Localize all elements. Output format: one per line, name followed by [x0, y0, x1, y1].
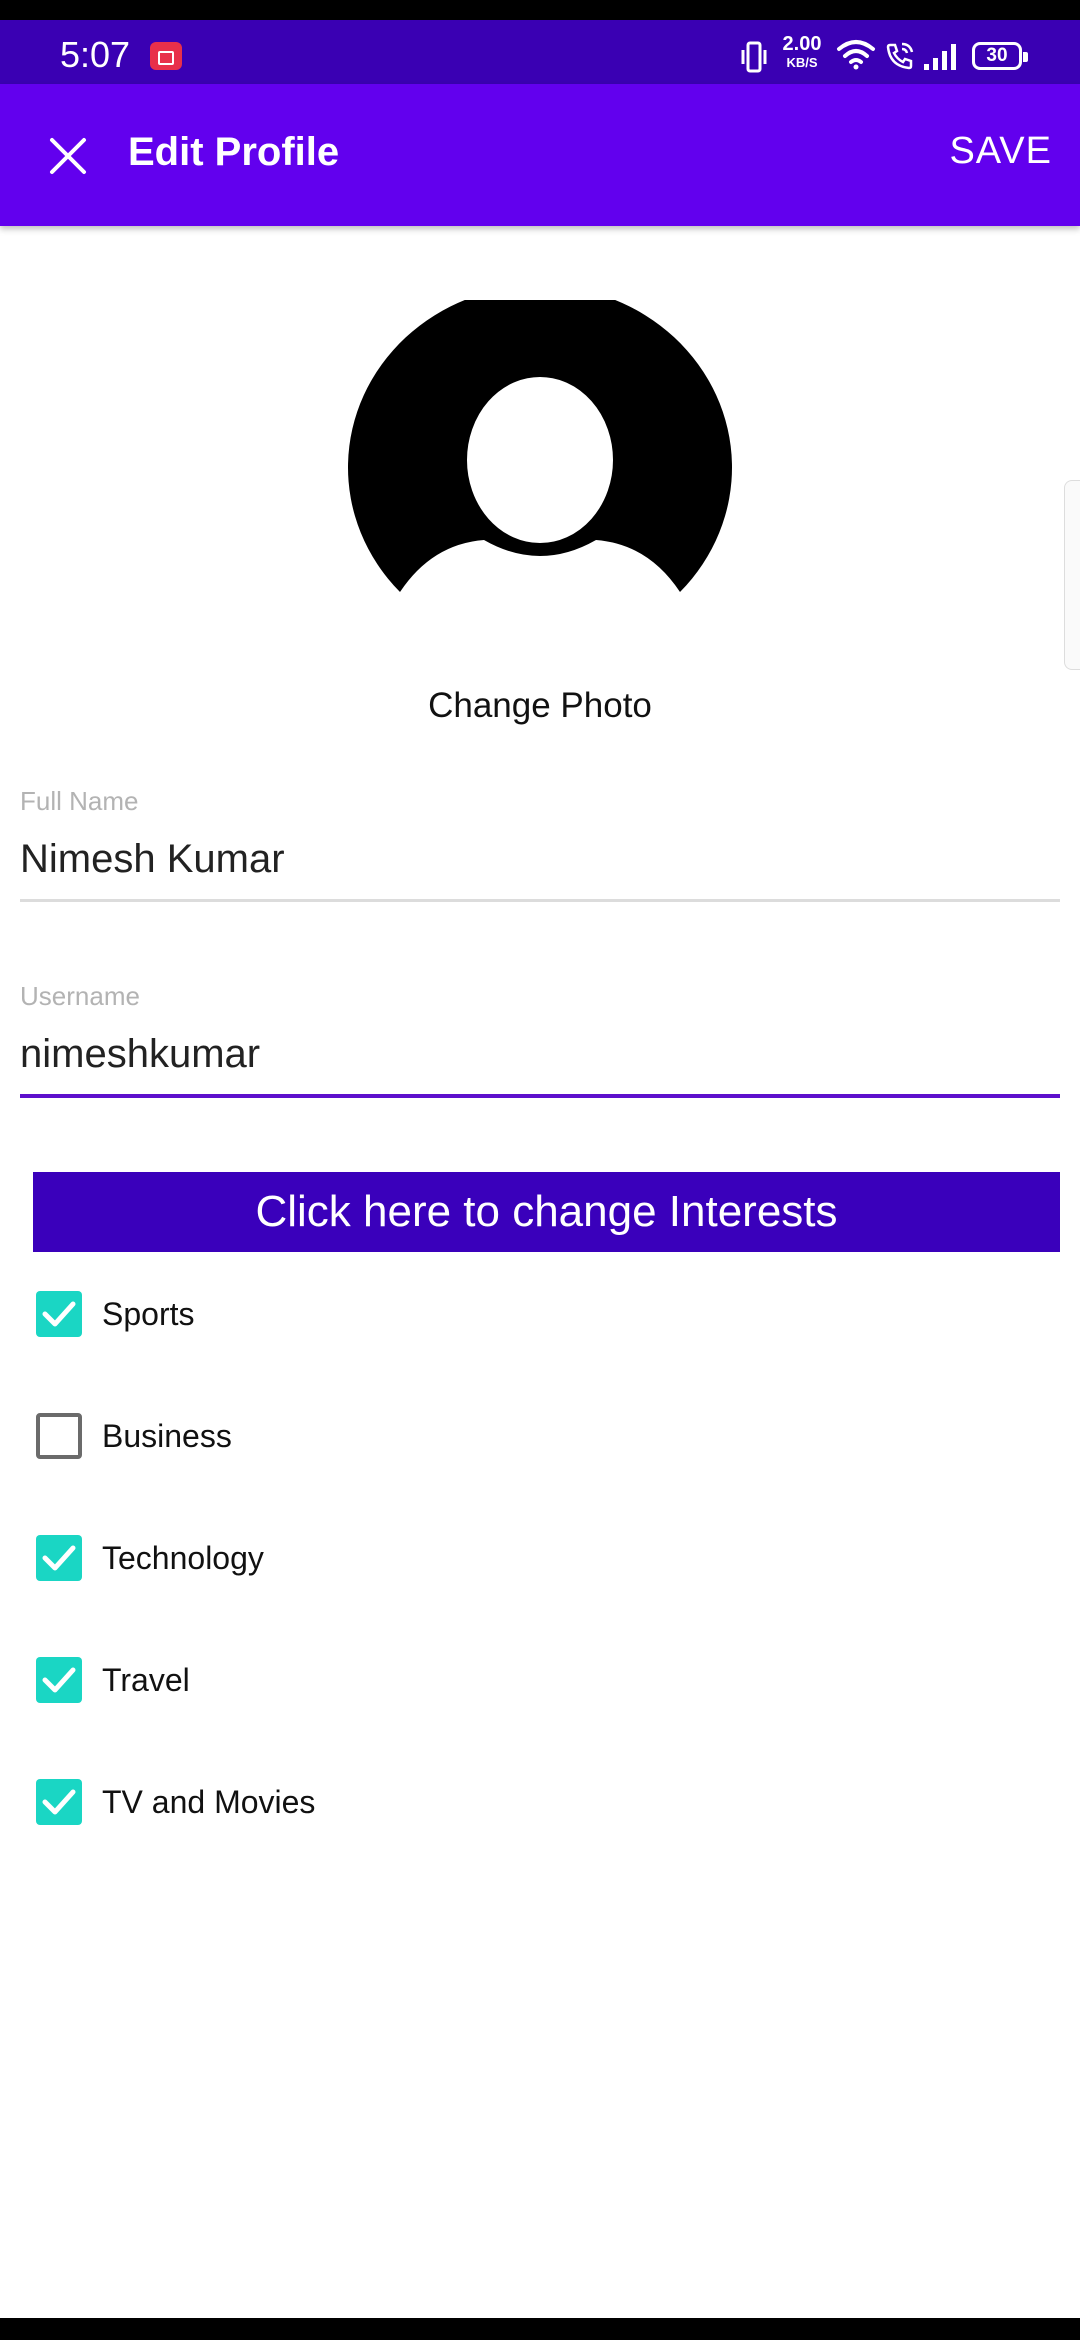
- checkbox-unchecked-icon: [36, 1413, 82, 1459]
- save-button[interactable]: SAVE: [949, 130, 1052, 173]
- checkbox-checked-icon: [36, 1535, 82, 1581]
- full-name-field: Full Name: [20, 786, 1060, 902]
- username-field: Username: [20, 981, 1060, 1098]
- full-name-underline: [20, 899, 1060, 902]
- network-speed: 2.00 KB/S: [778, 34, 826, 69]
- top-screen-edge: [0, 0, 1080, 20]
- bottom-screen-edge: [0, 2318, 1080, 2340]
- scroll-edge-indicator: [1064, 480, 1080, 670]
- network-speed-value: 2.00: [782, 33, 822, 55]
- full-name-input[interactable]: [20, 831, 1060, 887]
- interest-label: Sports: [102, 1295, 195, 1332]
- vibrate-icon: [741, 41, 767, 73]
- default-avatar-icon[interactable]: [348, 300, 732, 600]
- interest-label: Technology: [102, 1539, 264, 1576]
- checkbox-checked-icon: [36, 1657, 82, 1703]
- username-input[interactable]: [20, 1026, 1060, 1082]
- interest-label: Travel: [102, 1661, 190, 1698]
- interest-label: Business: [102, 1417, 232, 1454]
- close-button[interactable]: [36, 124, 100, 188]
- wifi-call-icon: [886, 42, 914, 70]
- interest-checkbox-technology[interactable]: Technology: [36, 1533, 264, 1583]
- username-underline: [20, 1094, 1060, 1098]
- interest-checkbox-sports[interactable]: Sports: [36, 1289, 194, 1339]
- change-interests-button[interactable]: Click here to change Interests: [33, 1172, 1060, 1252]
- checkbox-checked-icon: [36, 1291, 82, 1337]
- interest-label: TV and Movies: [102, 1783, 316, 1820]
- interest-checkbox-tv-and-movies[interactable]: TV and Movies: [36, 1777, 315, 1827]
- checkbox-checked-icon: [36, 1779, 82, 1825]
- battery-icon: 30: [972, 42, 1028, 70]
- interest-checkbox-business[interactable]: Business: [36, 1411, 232, 1461]
- page-title: Edit Profile: [128, 130, 340, 174]
- network-speed-unit: KB/S: [786, 55, 818, 70]
- status-bar: 5:07 2.00 KB/S 30: [0, 20, 1080, 84]
- wifi-icon: [837, 40, 875, 70]
- change-photo-button[interactable]: Change Photo: [0, 686, 1080, 726]
- username-label: Username: [20, 981, 140, 1011]
- full-name-label: Full Name: [20, 786, 139, 816]
- close-icon: [50, 138, 86, 174]
- status-time: 5:07: [60, 34, 131, 75]
- screen-record-icon: [150, 42, 182, 70]
- app-bar: Edit Profile SAVE: [0, 84, 1080, 226]
- signal-icon: [924, 44, 956, 70]
- interest-checkbox-travel[interactable]: Travel: [36, 1655, 190, 1705]
